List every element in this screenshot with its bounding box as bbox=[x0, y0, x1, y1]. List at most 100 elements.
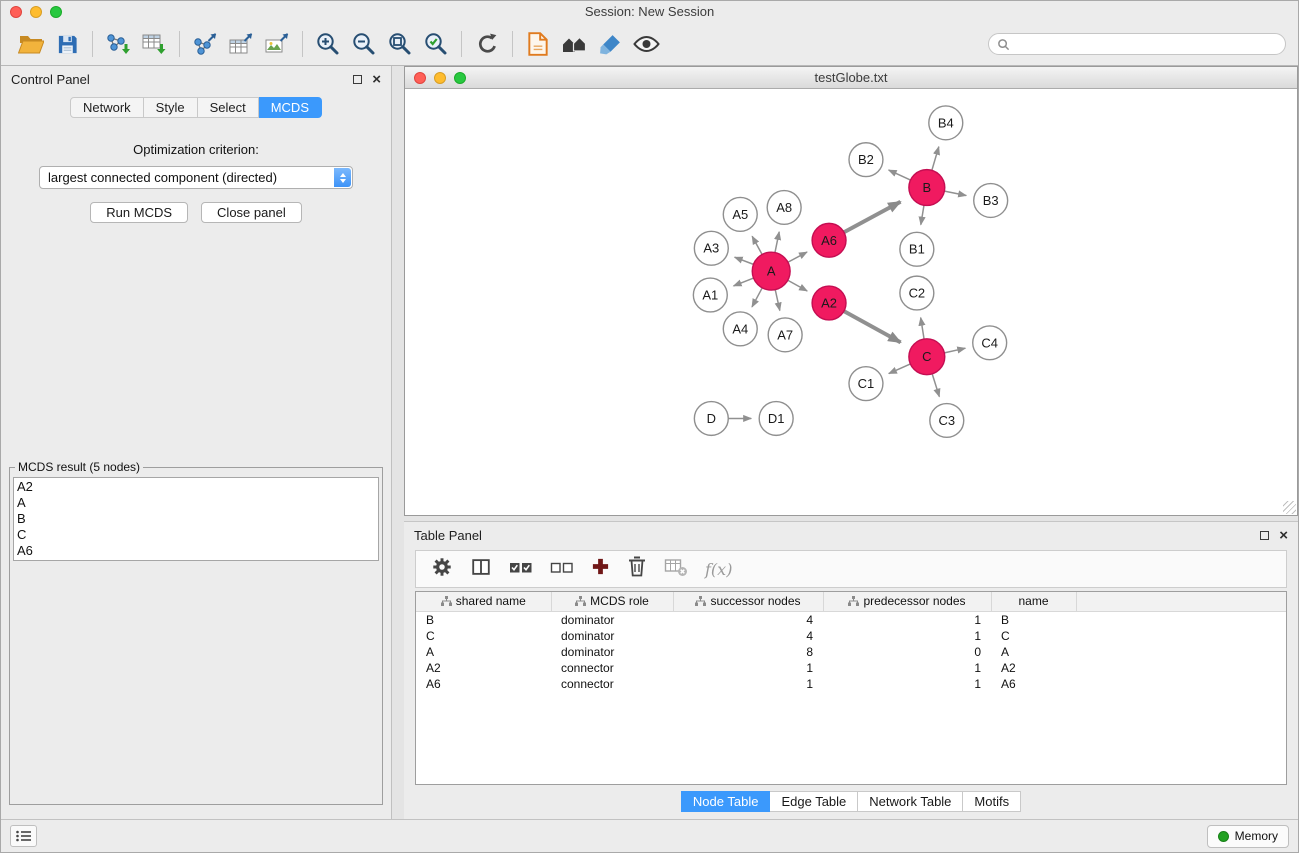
mcds-result-item[interactable]: B bbox=[17, 511, 375, 527]
graph-edge-A-A3[interactable] bbox=[735, 257, 754, 264]
graph-node-D1[interactable]: D1 bbox=[759, 402, 793, 436]
style-brush-button[interactable] bbox=[592, 27, 628, 61]
minimize-network-window-button[interactable] bbox=[434, 72, 446, 84]
vertical-splitter[interactable] bbox=[392, 66, 404, 819]
graph-node-C2[interactable]: C2 bbox=[900, 276, 934, 310]
graph-node-A4[interactable]: A4 bbox=[723, 312, 757, 346]
add-column-button[interactable] bbox=[591, 557, 610, 581]
float-panel-icon[interactable] bbox=[353, 75, 362, 84]
graph-node-B[interactable]: B bbox=[909, 170, 945, 206]
function-builder-button[interactable]: f(x) bbox=[705, 560, 732, 579]
zoom-selected-button[interactable] bbox=[418, 27, 454, 61]
first-neighbors-button[interactable] bbox=[556, 27, 592, 61]
graph-node-B2[interactable]: B2 bbox=[849, 143, 883, 177]
zoom-fit-button[interactable] bbox=[382, 27, 418, 61]
graph-edge-A-A1[interactable] bbox=[734, 278, 754, 286]
table-settings-button[interactable] bbox=[431, 556, 453, 583]
graph-node-A1[interactable]: A1 bbox=[693, 278, 727, 312]
export-image-button[interactable] bbox=[259, 27, 295, 61]
tab-edge-table[interactable]: Edge Table bbox=[770, 791, 858, 812]
mcds-result-item[interactable]: A6 bbox=[17, 543, 375, 559]
show-columns-button[interactable] bbox=[470, 556, 492, 583]
graph-node-C1[interactable]: C1 bbox=[849, 367, 883, 401]
memory-button[interactable]: Memory bbox=[1207, 825, 1289, 848]
show-hide-button[interactable] bbox=[628, 27, 664, 61]
graph-edge-A-A2[interactable] bbox=[788, 280, 807, 291]
graph-edge-C-C3[interactable] bbox=[932, 374, 939, 397]
tab-motifs[interactable]: Motifs bbox=[963, 791, 1021, 812]
graph-node-A7[interactable]: A7 bbox=[768, 318, 802, 352]
graph-node-B3[interactable]: B3 bbox=[974, 184, 1008, 218]
close-panel-icon[interactable]: × bbox=[372, 72, 381, 87]
graph-edge-B-B3[interactable] bbox=[944, 191, 966, 195]
graph-edge-C-C2[interactable] bbox=[921, 318, 924, 339]
graph-edge-C-C1[interactable] bbox=[889, 364, 911, 374]
table-row[interactable]: Adominator80A bbox=[416, 644, 1286, 660]
graph-node-B1[interactable]: B1 bbox=[900, 232, 934, 266]
table-row[interactable]: Bdominator41B bbox=[416, 611, 1286, 628]
graph-edge-B-B4[interactable] bbox=[932, 147, 939, 171]
panel-menu-button[interactable] bbox=[10, 825, 37, 847]
close-network-window-button[interactable] bbox=[414, 72, 426, 84]
close-panel-button[interactable]: Close panel bbox=[201, 202, 302, 223]
snapshot-button[interactable] bbox=[520, 27, 556, 61]
graph-edge-A-A7[interactable] bbox=[775, 290, 780, 311]
table-row[interactable]: A6connector11A6 bbox=[416, 676, 1286, 692]
zoom-network-window-button[interactable] bbox=[454, 72, 466, 84]
column-header-mcds-role[interactable]: MCDS role bbox=[551, 592, 673, 611]
mcds-result-item[interactable]: C bbox=[17, 527, 375, 543]
tab-network[interactable]: Network bbox=[70, 97, 144, 118]
zoom-in-button[interactable] bbox=[310, 27, 346, 61]
deselect-all-button[interactable] bbox=[550, 557, 574, 582]
graph-node-A3[interactable]: A3 bbox=[694, 231, 728, 265]
graph-edge-A-A8[interactable] bbox=[775, 232, 779, 253]
search-input[interactable] bbox=[1015, 37, 1277, 51]
open-file-button[interactable] bbox=[13, 27, 49, 61]
graph-edge-A6-B[interactable] bbox=[844, 202, 901, 232]
graph-node-C3[interactable]: C3 bbox=[930, 404, 964, 438]
tab-select[interactable]: Select bbox=[198, 97, 259, 118]
zoom-out-button[interactable] bbox=[346, 27, 382, 61]
column-header-shared-name[interactable]: shared name bbox=[416, 592, 551, 611]
import-table-button[interactable] bbox=[136, 27, 172, 61]
graph-node-A8[interactable]: A8 bbox=[767, 191, 801, 225]
graph-node-C[interactable]: C bbox=[909, 339, 945, 375]
close-window-button[interactable] bbox=[10, 6, 22, 18]
column-header-name[interactable]: name bbox=[991, 592, 1076, 611]
run-mcds-button[interactable]: Run MCDS bbox=[90, 202, 188, 223]
zoom-window-button[interactable] bbox=[50, 6, 62, 18]
delete-table-button[interactable] bbox=[664, 557, 688, 582]
graph-edge-B-B1[interactable] bbox=[921, 205, 924, 224]
column-header-successor-nodes[interactable]: successor nodes bbox=[673, 592, 823, 611]
save-session-button[interactable] bbox=[49, 27, 85, 61]
tab-network-table[interactable]: Network Table bbox=[858, 791, 963, 812]
float-table-panel-icon[interactable] bbox=[1260, 531, 1269, 540]
tab-style[interactable]: Style bbox=[144, 97, 198, 118]
graph-edge-A-A5[interactable] bbox=[752, 236, 762, 254]
export-table-button[interactable] bbox=[223, 27, 259, 61]
graph-edge-A2-C[interactable] bbox=[844, 311, 901, 342]
column-header-predecessor-nodes[interactable]: predecessor nodes bbox=[823, 592, 991, 611]
mcds-result-list[interactable]: A2ABCA6 bbox=[13, 477, 379, 561]
tab-node-table[interactable]: Node Table bbox=[681, 791, 771, 812]
graph-node-B4[interactable]: B4 bbox=[929, 106, 963, 140]
network-canvas[interactable]: B4B2BB3A5A8A6A3B1AC2A1A2A4A7C4CC1DD1C3 bbox=[405, 89, 1297, 515]
graph-node-C4[interactable]: C4 bbox=[973, 326, 1007, 360]
select-all-button[interactable] bbox=[509, 557, 533, 582]
minimize-window-button[interactable] bbox=[30, 6, 42, 18]
graph-node-A6[interactable]: A6 bbox=[812, 223, 846, 257]
graph-edge-B-B2[interactable] bbox=[889, 170, 911, 180]
export-network-button[interactable] bbox=[187, 27, 223, 61]
close-table-panel-icon[interactable]: × bbox=[1279, 528, 1288, 543]
mcds-result-item[interactable]: A2 bbox=[17, 479, 375, 495]
graph-node-A5[interactable]: A5 bbox=[723, 197, 757, 231]
resize-grip[interactable] bbox=[1283, 501, 1296, 514]
graph-node-A[interactable]: A bbox=[752, 252, 790, 290]
import-network-button[interactable] bbox=[100, 27, 136, 61]
graph-edge-A-A6[interactable] bbox=[788, 252, 807, 262]
criterion-dropdown[interactable]: largest connected component (directed) bbox=[39, 166, 353, 189]
graph-edge-A-A4[interactable] bbox=[752, 288, 762, 307]
table-row[interactable]: A2connector11A2 bbox=[416, 660, 1286, 676]
mcds-result-item[interactable]: A bbox=[17, 495, 375, 511]
graph-edge-C-C4[interactable] bbox=[944, 348, 965, 353]
